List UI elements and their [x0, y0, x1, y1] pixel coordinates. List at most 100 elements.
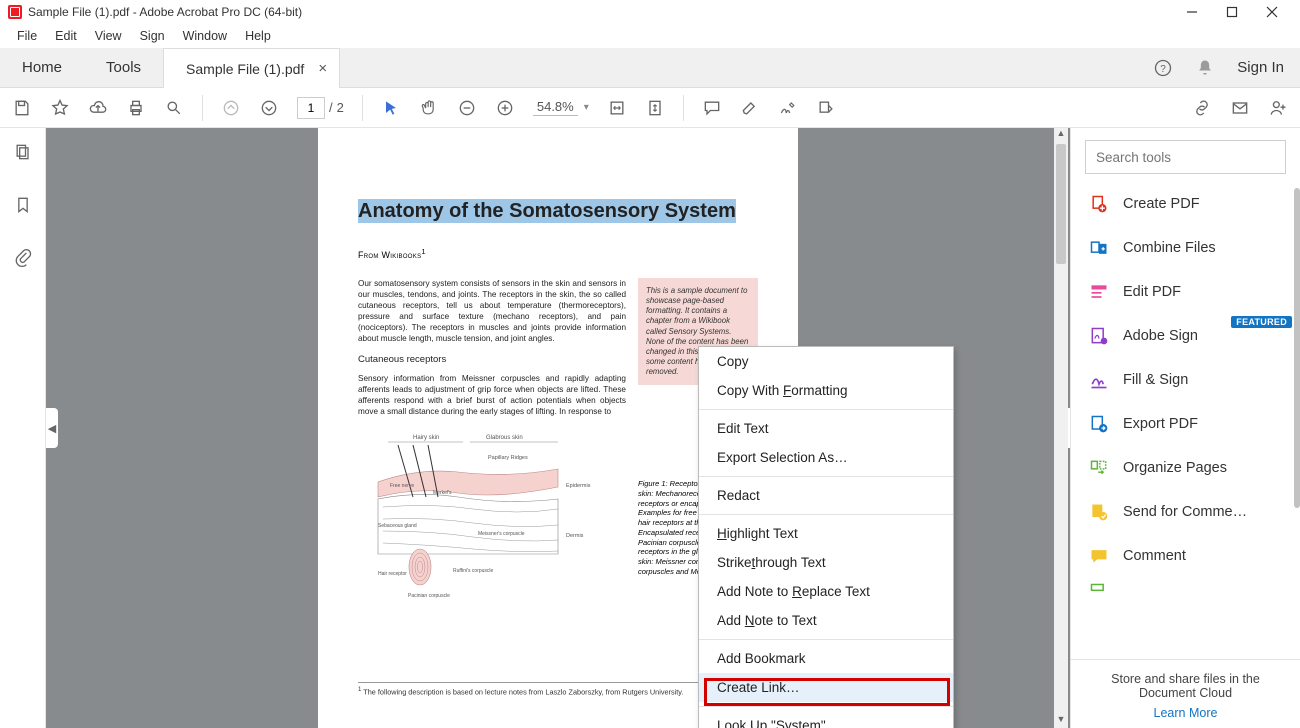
- comment-icon[interactable]: [702, 98, 722, 118]
- svg-text:Pacinian corpuscle: Pacinian corpuscle: [408, 593, 450, 599]
- organize-pages-icon: [1089, 458, 1109, 478]
- page-down-icon[interactable]: [259, 98, 279, 118]
- hand-icon[interactable]: [419, 98, 439, 118]
- ctx-edit-text[interactable]: Edit Text: [699, 414, 953, 443]
- sign-in-link[interactable]: Sign In: [1237, 59, 1284, 76]
- print-icon[interactable]: [126, 98, 146, 118]
- svg-text:Epidermis: Epidermis: [566, 483, 591, 489]
- star-icon[interactable]: [50, 98, 70, 118]
- svg-text:Hairy skin: Hairy skin: [413, 435, 439, 441]
- ctx-add-note-replace[interactable]: Add Note to Replace Text: [699, 577, 953, 606]
- ctx-add-note[interactable]: Add Note to Text: [699, 606, 953, 635]
- svg-text:?: ?: [1161, 63, 1167, 74]
- stamp-tool-icon[interactable]: [816, 98, 836, 118]
- svg-text:Dermis: Dermis: [566, 533, 584, 539]
- zoom-out-icon[interactable]: [457, 98, 477, 118]
- tab-home[interactable]: Home: [0, 48, 84, 87]
- window-title: Sample File (1).pdf - Adobe Acrobat Pro …: [28, 5, 302, 19]
- page-indicator: / 2: [297, 97, 344, 119]
- highlight-tool-icon[interactable]: [740, 98, 760, 118]
- menu-edit[interactable]: Edit: [46, 29, 86, 43]
- ctx-add-bookmark[interactable]: Add Bookmark: [699, 644, 953, 673]
- send-comments-icon: [1089, 502, 1109, 522]
- tool-send-comments[interactable]: Send for Comme…: [1071, 490, 1300, 534]
- tool-comment[interactable]: Comment: [1071, 534, 1300, 578]
- create-pdf-icon: [1089, 194, 1109, 214]
- svg-text:Sebaceous gland: Sebaceous gland: [378, 523, 417, 529]
- svg-text:Hair receptor: Hair receptor: [378, 571, 407, 577]
- page-number-input[interactable]: [297, 97, 325, 119]
- email-icon[interactable]: [1230, 98, 1250, 118]
- ctx-export-selection[interactable]: Export Selection As…: [699, 443, 953, 472]
- close-window-button[interactable]: [1252, 0, 1292, 24]
- bookmark-ribbon-icon[interactable]: [13, 195, 33, 220]
- menu-view[interactable]: View: [86, 29, 131, 43]
- acrobat-icon: [8, 5, 22, 19]
- chevron-down-icon: ▾: [584, 102, 589, 113]
- attachment-icon[interactable]: [13, 248, 33, 273]
- comment-tool-icon: [1089, 546, 1109, 566]
- search-tools-input[interactable]: [1085, 140, 1286, 174]
- share-link-icon[interactable]: [1192, 98, 1212, 118]
- tool-edit-pdf[interactable]: Edit PDF: [1071, 270, 1300, 314]
- more-tool-icon: [1089, 582, 1109, 602]
- zoom-in-icon[interactable]: [495, 98, 515, 118]
- left-nav-rail: [0, 128, 46, 728]
- tab-tools[interactable]: Tools: [84, 48, 163, 87]
- tool-more[interactable]: [1071, 578, 1300, 602]
- doc-paragraph: Our somatosensory system consists of sen…: [358, 278, 626, 344]
- doc-title: Anatomy of the Somatosensory System: [358, 200, 758, 223]
- minimize-button[interactable]: [1172, 0, 1212, 24]
- zoom-dropdown[interactable]: 54.8% ▾: [533, 99, 589, 116]
- edit-pdf-icon: [1089, 282, 1109, 302]
- collapse-left-icon[interactable]: ◀: [46, 408, 58, 448]
- ctx-copy-formatting[interactable]: Copy With Formatting: [699, 376, 953, 405]
- tool-fill-sign[interactable]: Fill & Sign: [1071, 358, 1300, 402]
- doc-source: From Wikibooks1: [358, 247, 758, 260]
- cloud-upload-icon[interactable]: [88, 98, 108, 118]
- ctx-redact[interactable]: Redact: [699, 481, 953, 510]
- menu-file[interactable]: File: [8, 29, 46, 43]
- doc-subheading: Cutaneous receptors: [358, 354, 626, 367]
- maximize-button[interactable]: [1212, 0, 1252, 24]
- vertical-scrollbar[interactable]: ▲▼: [1054, 128, 1068, 728]
- export-pdf-icon: [1089, 414, 1109, 434]
- ctx-highlight[interactable]: Highlight Text: [699, 519, 953, 548]
- fill-sign-icon: [1089, 370, 1109, 390]
- tab-close-icon[interactable]: ×: [318, 60, 327, 77]
- arrow-cursor-icon[interactable]: [381, 98, 401, 118]
- menu-window[interactable]: Window: [174, 29, 236, 43]
- document-viewport[interactable]: ◀ ▶ ▲▼ Anatomy of the Somatosensory Syst…: [46, 128, 1070, 728]
- zoom-value: 54.8%: [533, 99, 578, 116]
- ctx-strikethrough[interactable]: Strikethrough Text: [699, 548, 953, 577]
- bell-icon[interactable]: [1195, 58, 1215, 78]
- ctx-copy[interactable]: Copy: [699, 347, 953, 376]
- add-person-icon[interactable]: [1268, 98, 1288, 118]
- tool-organize-pages[interactable]: Organize Pages: [1071, 446, 1300, 490]
- save-icon[interactable]: [12, 98, 32, 118]
- menu-sign[interactable]: Sign: [131, 29, 174, 43]
- fit-width-icon[interactable]: [607, 98, 627, 118]
- tool-export-pdf[interactable]: Export PDF: [1071, 402, 1300, 446]
- sign-tool-icon[interactable]: [778, 98, 798, 118]
- svg-text:Glabrous skin: Glabrous skin: [486, 435, 523, 441]
- menu-help[interactable]: Help: [236, 29, 280, 43]
- help-icon[interactable]: ?: [1153, 58, 1173, 78]
- thumbnails-icon[interactable]: [13, 142, 33, 167]
- context-menu: Copy Copy With Formatting Edit Text Expo…: [698, 346, 954, 728]
- page-up-icon[interactable]: [221, 98, 241, 118]
- tool-create-pdf[interactable]: Create PDF: [1071, 182, 1300, 226]
- tools-scrollbar[interactable]: [1292, 182, 1300, 659]
- tab-strip: Home Tools Sample File (1).pdf × ? Sign …: [0, 48, 1300, 88]
- learn-more-link[interactable]: Learn More: [1085, 706, 1286, 720]
- fit-page-icon[interactable]: [645, 98, 665, 118]
- tool-combine-files[interactable]: Combine Files: [1071, 226, 1300, 270]
- toolbar: / 2 54.8% ▾: [0, 88, 1300, 128]
- menu-bar: File Edit View Sign Window Help: [0, 24, 1300, 48]
- tool-adobe-sign[interactable]: FEATURED Adobe Sign: [1071, 314, 1300, 358]
- ctx-look-up[interactable]: Look Up "System": [699, 711, 953, 728]
- find-icon[interactable]: [164, 98, 184, 118]
- ctx-create-link[interactable]: Create Link…: [699, 673, 953, 702]
- doc-figure: Hairy skin Glabrous skin Papillary Ridge…: [358, 427, 598, 602]
- tab-document[interactable]: Sample File (1).pdf ×: [163, 48, 340, 88]
